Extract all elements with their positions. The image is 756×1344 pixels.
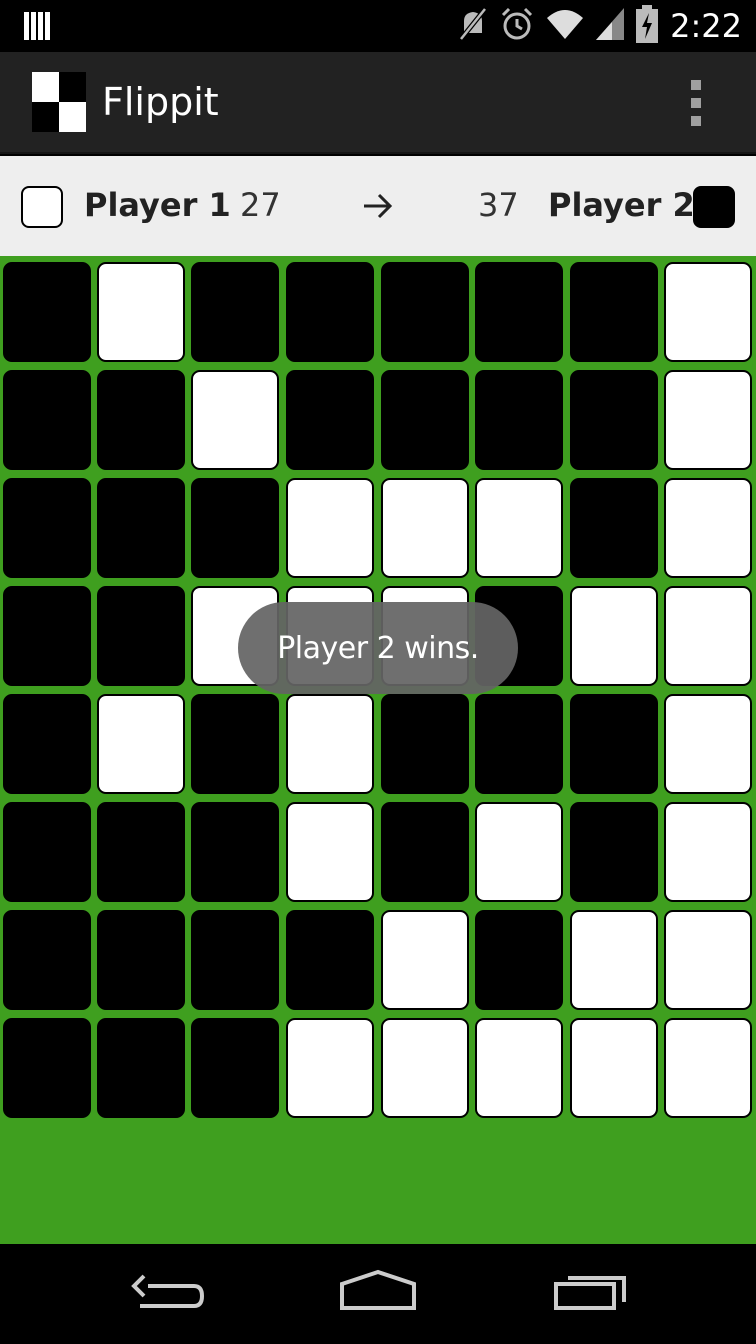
board-cell-r1-c1[interactable] bbox=[3, 262, 91, 362]
board-cell-r1-c3[interactable] bbox=[191, 262, 279, 362]
board-cell-r8-c7[interactable] bbox=[570, 1018, 658, 1118]
board-cell-r7-c2[interactable] bbox=[97, 910, 185, 1010]
board-cell-r4-c8[interactable] bbox=[664, 586, 752, 686]
player1-score: 27 bbox=[240, 186, 281, 224]
board-cell-r8-c5[interactable] bbox=[381, 1018, 469, 1118]
board-cell-r6-c3[interactable] bbox=[191, 802, 279, 902]
board-cell-r4-c2[interactable] bbox=[97, 586, 185, 686]
board-cell-r1-c4[interactable] bbox=[286, 262, 374, 362]
navigation-bar bbox=[0, 1244, 756, 1344]
board-cell-r5-c2[interactable] bbox=[97, 694, 185, 794]
toast: Player 2 wins. bbox=[238, 602, 518, 694]
board-cell-r5-c4[interactable] bbox=[286, 694, 374, 794]
board-cell-r6-c1[interactable] bbox=[3, 802, 91, 902]
back-button[interactable] bbox=[118, 1268, 218, 1320]
mute-icon bbox=[458, 7, 488, 45]
board-cell-r3-c7[interactable] bbox=[570, 478, 658, 578]
board-cell-r7-c5[interactable] bbox=[381, 910, 469, 1010]
player1-name: Player 1 bbox=[84, 186, 231, 224]
board-cell-r6-c2[interactable] bbox=[97, 802, 185, 902]
status-time: 2:22 bbox=[670, 7, 742, 45]
board-cell-r3-c6[interactable] bbox=[475, 478, 563, 578]
board-area bbox=[0, 256, 756, 1244]
board-cell-r7-c8[interactable] bbox=[664, 910, 752, 1010]
board-cell-r5-c3[interactable] bbox=[191, 694, 279, 794]
board-cell-r1-c7[interactable] bbox=[570, 262, 658, 362]
right-arrow-icon bbox=[362, 192, 394, 224]
home-icon bbox=[328, 1269, 428, 1324]
board-cell-r6-c7[interactable] bbox=[570, 802, 658, 902]
board-cell-r1-c2[interactable] bbox=[97, 262, 185, 362]
board-cell-r8-c8[interactable] bbox=[664, 1018, 752, 1118]
action-bar: Flippit bbox=[0, 52, 756, 154]
board-cell-r4-c1[interactable] bbox=[3, 586, 91, 686]
recents-icon bbox=[540, 1276, 640, 1324]
signal-icon bbox=[596, 8, 625, 44]
board-cell-r8-c1[interactable] bbox=[3, 1018, 91, 1118]
board-cell-r7-c4[interactable] bbox=[286, 910, 374, 1010]
toast-message: Player 2 wins. bbox=[277, 630, 479, 666]
player1-color-swatch bbox=[21, 186, 63, 228]
board-cell-r3-c2[interactable] bbox=[97, 478, 185, 578]
board-cell-r2-c4[interactable] bbox=[286, 370, 374, 470]
board-cell-r3-c1[interactable] bbox=[3, 478, 91, 578]
board-cell-r6-c6[interactable] bbox=[475, 802, 563, 902]
board-cell-r8-c4[interactable] bbox=[286, 1018, 374, 1118]
board-cell-r4-c7[interactable] bbox=[570, 586, 658, 686]
board-cell-r7-c6[interactable] bbox=[475, 910, 563, 1010]
player2-name: Player 2 bbox=[548, 186, 695, 224]
board-cell-r2-c2[interactable] bbox=[97, 370, 185, 470]
board-cell-r3-c5[interactable] bbox=[381, 478, 469, 578]
board-cell-r3-c8[interactable] bbox=[664, 478, 752, 578]
recents-button[interactable] bbox=[540, 1268, 640, 1320]
score-bar: Player 1 27 37 Player 2 bbox=[0, 156, 756, 256]
board-cell-r2-c5[interactable] bbox=[381, 370, 469, 470]
board-cell-r3-c3[interactable] bbox=[191, 478, 279, 578]
board-cell-r7-c1[interactable] bbox=[3, 910, 91, 1010]
board-cell-r1-c5[interactable] bbox=[381, 262, 469, 362]
wifi-icon bbox=[546, 8, 584, 44]
overflow-menu-icon[interactable] bbox=[676, 80, 716, 126]
status-bar: 2:22 bbox=[0, 0, 756, 52]
back-icon bbox=[118, 1274, 218, 1324]
board-cell-r8-c3[interactable] bbox=[191, 1018, 279, 1118]
board-cell-r1-c8[interactable] bbox=[664, 262, 752, 362]
app-title: Flippit bbox=[102, 80, 219, 124]
flippit-logo-icon bbox=[32, 72, 86, 132]
board-cell-r5-c8[interactable] bbox=[664, 694, 752, 794]
board-cell-r8-c6[interactable] bbox=[475, 1018, 563, 1118]
board-cell-r5-c1[interactable] bbox=[3, 694, 91, 794]
board-cell-r6-c8[interactable] bbox=[664, 802, 752, 902]
notification-bars-icon bbox=[24, 10, 52, 46]
board-cell-r1-c6[interactable] bbox=[475, 262, 563, 362]
board-cell-r2-c6[interactable] bbox=[475, 370, 563, 470]
board-cell-r2-c7[interactable] bbox=[570, 370, 658, 470]
board-cell-r8-c2[interactable] bbox=[97, 1018, 185, 1118]
player2-score: 37 bbox=[478, 186, 519, 224]
player2-color-swatch bbox=[693, 186, 735, 228]
board-cell-r5-c6[interactable] bbox=[475, 694, 563, 794]
board-cell-r2-c3[interactable] bbox=[191, 370, 279, 470]
board-cell-r3-c4[interactable] bbox=[286, 478, 374, 578]
battery-charging-icon bbox=[636, 5, 659, 47]
board-cell-r5-c5[interactable] bbox=[381, 694, 469, 794]
board-cell-r7-c7[interactable] bbox=[570, 910, 658, 1010]
alarm-icon bbox=[500, 7, 534, 45]
board-cell-r7-c3[interactable] bbox=[191, 910, 279, 1010]
board-cell-r5-c7[interactable] bbox=[570, 694, 658, 794]
home-button[interactable] bbox=[328, 1268, 428, 1320]
board-cell-r6-c4[interactable] bbox=[286, 802, 374, 902]
board-cell-r6-c5[interactable] bbox=[381, 802, 469, 902]
board-cell-r2-c1[interactable] bbox=[3, 370, 91, 470]
board-cell-r2-c8[interactable] bbox=[664, 370, 752, 470]
